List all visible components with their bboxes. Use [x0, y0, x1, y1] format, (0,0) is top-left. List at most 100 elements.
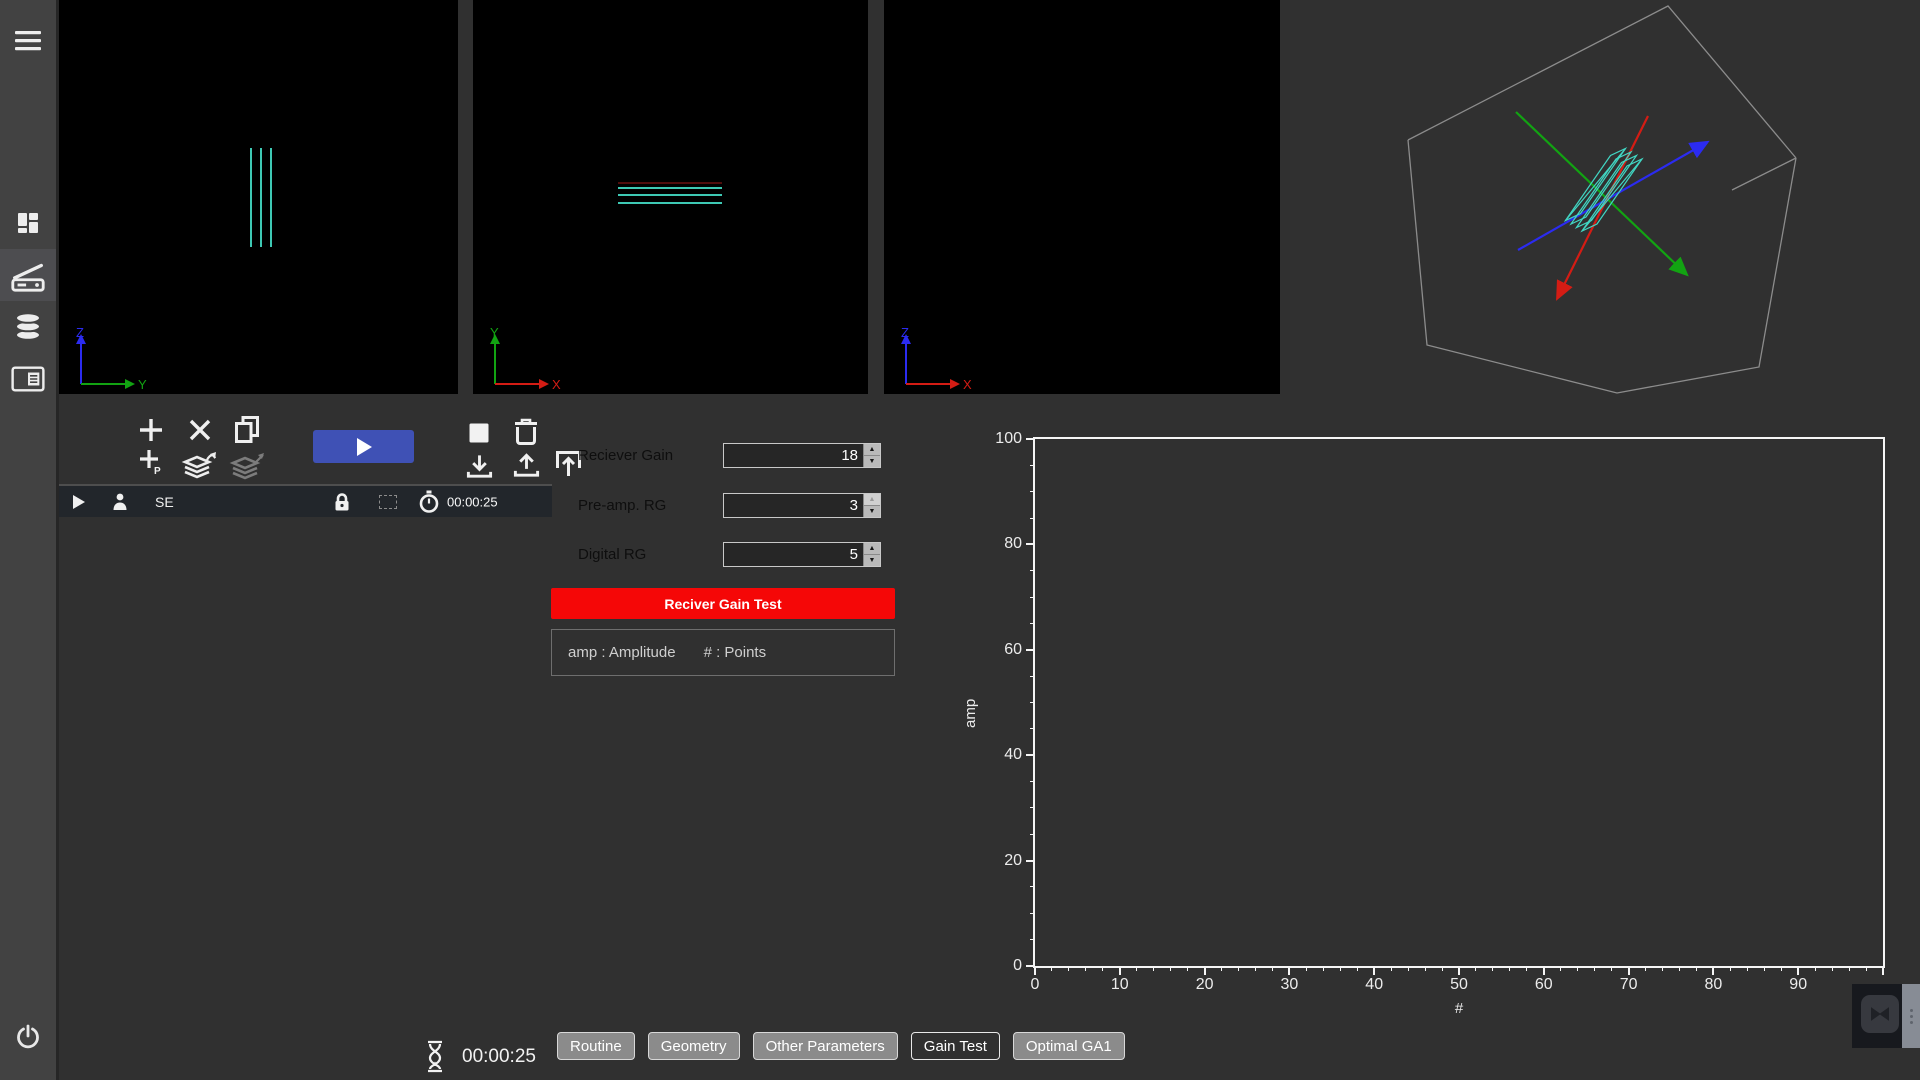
sidebar-item-dashboard[interactable]	[0, 197, 56, 249]
sidebar	[0, 0, 59, 1080]
svg-text:P: P	[154, 466, 161, 475]
delete-sequence-button[interactable]	[189, 419, 211, 441]
viewport-yx[interactable]: Y X	[473, 0, 868, 394]
y-tick	[1030, 518, 1035, 519]
hourglass-icon	[425, 1040, 445, 1073]
plus-icon	[138, 417, 164, 443]
selection-box-icon[interactable]	[379, 495, 397, 509]
y-tick	[1030, 728, 1035, 729]
x-tick	[1204, 966, 1206, 975]
receiver-gain-test-button[interactable]: Reciver Gain Test	[551, 588, 895, 619]
x-tick	[1815, 966, 1816, 971]
x-tick	[1509, 966, 1510, 971]
orientation-3d-view[interactable]	[1280, 0, 1920, 404]
sidebar-item-database[interactable]	[0, 301, 56, 353]
sidebar-item-sequence-list[interactable]	[0, 353, 56, 405]
x-tick	[1696, 966, 1697, 971]
footer-timer: 00:00:25	[462, 1046, 536, 1068]
layers-export-button[interactable]	[181, 450, 217, 480]
axis-indicator-yx: Y X	[479, 326, 563, 390]
layers-edit-button-disabled[interactable]	[229, 451, 265, 481]
x-tick-label: 30	[1280, 976, 1298, 994]
y-tick	[1026, 965, 1035, 967]
viewport-zy[interactable]: Z Y	[59, 0, 458, 394]
sidebar-item-scanner[interactable]	[0, 249, 56, 301]
receiver-gain-spinner: ▲ ▼	[863, 444, 880, 467]
x-tick	[1306, 966, 1307, 971]
digital-rg-label: Digital RG	[578, 546, 646, 563]
add-button[interactable]	[138, 417, 164, 443]
add-phase-button[interactable]: P	[139, 448, 163, 475]
lock-icon[interactable]	[333, 492, 351, 512]
preamp-rg-spinner: ▲ ▼	[863, 494, 880, 517]
layers-edit-icon	[229, 451, 265, 481]
y-tick	[1030, 623, 1035, 624]
x-tick	[1119, 966, 1121, 975]
y-tick	[1030, 913, 1035, 914]
x-tick	[1458, 966, 1460, 975]
x-tick	[1288, 966, 1290, 975]
x-tick-label: 20	[1196, 976, 1214, 994]
y-tick	[1030, 491, 1035, 492]
spinner-up-button[interactable]: ▲	[864, 543, 880, 554]
run-sequence-button[interactable]	[313, 430, 414, 463]
x-tick	[1594, 966, 1595, 971]
x-tick	[1797, 966, 1799, 975]
digital-rg-input[interactable]	[724, 543, 863, 566]
trash-icon	[513, 417, 539, 446]
y-tick-label: 80	[1004, 535, 1022, 553]
tab-geometry[interactable]: Geometry	[648, 1032, 740, 1060]
sequence-play-icon[interactable]	[73, 495, 85, 509]
stop-button[interactable]	[469, 423, 489, 443]
svg-text:Z: Z	[76, 326, 84, 340]
spinner-up-button[interactable]: ▲	[864, 494, 880, 505]
tab-routine[interactable]: Routine	[557, 1032, 635, 1060]
spinner-down-button[interactable]: ▼	[864, 554, 880, 566]
menu-button[interactable]	[0, 18, 56, 64]
tab-optimal-ga1[interactable]: Optimal GA1	[1013, 1032, 1125, 1060]
x-tick	[1577, 966, 1578, 971]
upload-button[interactable]	[512, 451, 541, 480]
minimized-media-widget[interactable]	[1852, 984, 1920, 1048]
y-tick-label: 40	[1004, 746, 1022, 764]
x-tick	[1832, 966, 1833, 971]
close-icon	[189, 419, 211, 441]
copy-button[interactable]	[233, 415, 261, 444]
preamp-rg-input[interactable]	[724, 494, 863, 517]
power-icon	[15, 1024, 41, 1050]
trash-button[interactable]	[513, 417, 539, 446]
axis-indicator-zx: Z X	[890, 326, 974, 390]
receiver-gain-input[interactable]	[724, 444, 863, 467]
y-tick	[1030, 597, 1035, 598]
x-tick-label: 60	[1535, 976, 1553, 994]
stopwatch-icon	[419, 490, 439, 513]
play-icon	[355, 437, 373, 457]
y-tick	[1030, 781, 1035, 782]
copy-icon	[233, 415, 261, 444]
spinner-down-button[interactable]: ▼	[864, 455, 880, 467]
tab-other-parameters[interactable]: Other Parameters	[753, 1032, 898, 1060]
sequence-row[interactable]: SE 00:00:25	[59, 484, 552, 517]
axis-indicator-zy: Z Y	[65, 326, 149, 390]
viewport-zx[interactable]: Z X	[884, 0, 1280, 394]
chart-y-axis-label: amp	[962, 699, 979, 728]
y-tick	[1026, 754, 1035, 756]
x-tick	[1136, 966, 1137, 971]
y-tick	[1030, 939, 1035, 940]
spinner-up-button[interactable]: ▲	[864, 444, 880, 455]
power-button[interactable]	[0, 1012, 56, 1062]
y-tick	[1030, 834, 1035, 835]
download-button[interactable]	[465, 452, 494, 481]
x-tick	[1391, 966, 1392, 971]
spinner-down-button[interactable]: ▼	[864, 505, 880, 517]
x-tick	[1034, 966, 1036, 975]
widget-drag-handle[interactable]	[1902, 984, 1920, 1048]
tab-gain-test[interactable]: Gain Test	[911, 1032, 1000, 1060]
svg-text:X: X	[552, 377, 561, 390]
legend-points: # : Points	[704, 644, 767, 661]
x-tick	[1373, 966, 1375, 975]
x-tick	[1747, 966, 1748, 971]
x-tick	[1560, 966, 1561, 971]
sidebar-nav	[0, 197, 56, 405]
slice-stack-3d	[1566, 149, 1643, 232]
